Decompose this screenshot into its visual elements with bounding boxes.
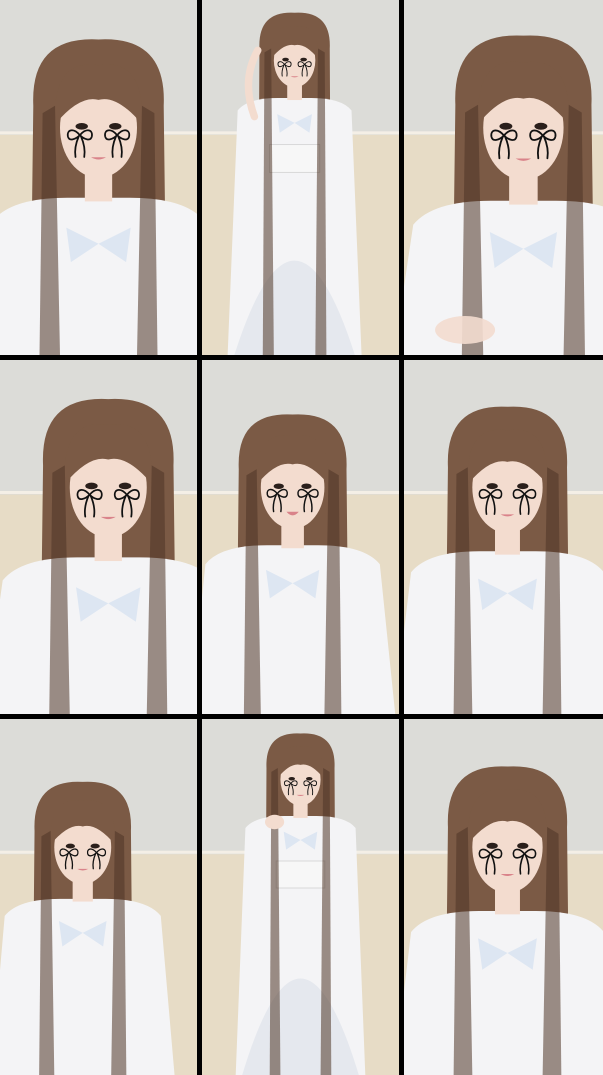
eye xyxy=(109,123,122,130)
video-frame-6 xyxy=(404,360,603,714)
eye xyxy=(65,843,75,849)
video-frame-3 xyxy=(404,0,603,355)
corset-belt xyxy=(268,144,321,173)
video-frame-1 xyxy=(0,0,197,355)
eye xyxy=(306,777,313,781)
eye xyxy=(499,122,513,130)
eye xyxy=(517,842,529,849)
eye xyxy=(288,777,295,781)
eye xyxy=(282,57,289,62)
video-frame-2 xyxy=(202,0,399,355)
video-frame-4 xyxy=(0,360,197,714)
corset-belt xyxy=(275,860,326,889)
video-frame-8 xyxy=(202,719,399,1075)
white-blouse xyxy=(404,551,603,714)
hand-in-hair xyxy=(264,814,285,830)
video-frame-7 xyxy=(0,719,197,1075)
eye xyxy=(517,483,529,490)
video-collage-grid xyxy=(0,0,603,1075)
eye xyxy=(90,843,100,849)
white-blouse xyxy=(0,557,197,714)
eye xyxy=(486,483,498,490)
white-blouse xyxy=(0,898,175,1075)
eye xyxy=(118,482,132,490)
white-blouse xyxy=(0,197,197,355)
eye xyxy=(75,123,88,130)
white-blouse xyxy=(202,545,396,714)
eye xyxy=(85,482,98,490)
video-frame-9 xyxy=(404,719,603,1075)
video-frame-5 xyxy=(202,360,399,714)
eye xyxy=(301,483,312,489)
eye xyxy=(273,483,284,489)
eye xyxy=(300,57,307,62)
eye xyxy=(486,842,498,849)
blurred-hand xyxy=(435,316,496,344)
white-blouse xyxy=(404,911,603,1075)
eye xyxy=(534,122,548,130)
